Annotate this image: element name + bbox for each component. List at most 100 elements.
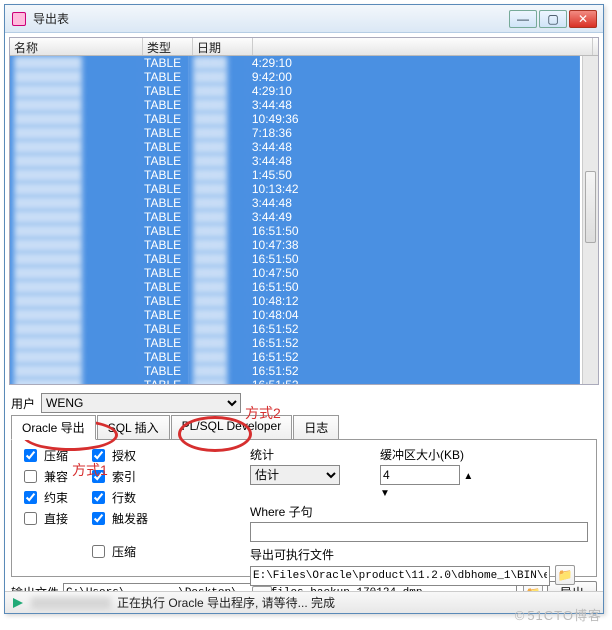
maximize-button[interactable]: ▢ [539,10,567,28]
row-date-cell: ████ [189,112,248,126]
row-type-cell: TABLE [140,154,189,168]
row-type-cell: TABLE [140,70,189,84]
col-date-header[interactable]: 日期 [193,38,253,55]
minimize-button[interactable]: — [509,10,537,28]
table-row[interactable]: ████████TABLE████10:47:38 [10,238,580,252]
row-date-cell: ████ [189,210,248,224]
row-time-cell: 16:51:52 [248,336,580,350]
table-row[interactable]: ████████TABLE████16:51:50 [10,280,580,294]
table-row[interactable]: ████████TABLE████10:47:50 [10,266,580,280]
table-row[interactable]: ████████TABLE████3:44:48 [10,140,580,154]
table-row[interactable]: ████████TABLE████4:29:10 [10,56,580,70]
row-date-cell: ████ [189,140,248,154]
table-row[interactable]: ████████TABLE████16:51:50 [10,252,580,266]
row-time-cell: 9:42:00 [248,70,580,84]
row-time-cell: 16:51:52 [248,378,580,384]
tab-oracle-export[interactable]: Oracle 导出 [11,415,96,440]
tab-plsql-developer[interactable]: PL/SQL Developer [171,415,293,440]
chk-compress[interactable]: 压缩 [20,446,68,465]
row-time-cell: 10:48:12 [248,294,580,308]
table-row[interactable]: ████████TABLE████3:44:49 [10,210,580,224]
row-name-cell: ████████ [10,322,140,336]
row-name-cell: ████████ [10,350,140,364]
table-row[interactable]: ████████TABLE████3:44:48 [10,98,580,112]
row-name-cell: ████████ [10,84,140,98]
chk-compat[interactable]: 兼容 [20,467,68,486]
row-date-cell: ████ [189,364,248,378]
exe-input[interactable] [250,566,550,586]
table-row[interactable]: ████████TABLE████1:45:50 [10,168,580,182]
user-select[interactable]: WENG [41,393,241,413]
tab-log[interactable]: 日志 [293,415,339,440]
stat-label: 统计 [250,446,274,463]
table-row[interactable]: ████████TABLE████16:51:52 [10,336,580,350]
title-bar: 导出表 — ▢ ✕ [5,5,603,33]
row-type-cell: TABLE [140,322,189,336]
buf-input[interactable] [380,465,460,485]
row-time-cell: 16:51:52 [248,322,580,336]
table-row[interactable]: ████████TABLE████3:44:48 [10,196,580,210]
row-type-cell: TABLE [140,112,189,126]
row-time-cell: 10:49:36 [248,112,580,126]
row-time-cell: 3:44:49 [248,210,580,224]
table-row[interactable]: ████████TABLE████10:48:12 [10,294,580,308]
col-name-header[interactable]: 名称 [10,38,143,55]
row-type-cell: TABLE [140,168,189,182]
col-type-header[interactable]: 类型 [143,38,193,55]
row-name-cell: ████████ [10,140,140,154]
status-arrow-icon [11,596,25,610]
browse-exe-button[interactable]: 📁 [555,565,575,585]
chk-grant[interactable]: 授权 [88,446,148,465]
table-row[interactable]: ████████TABLE████9:42:00 [10,70,580,84]
row-time-cell: 10:47:38 [248,238,580,252]
chk-direct[interactable]: 直接 [20,509,68,528]
table-row[interactable]: ████████TABLE████16:51:50 [10,224,580,238]
row-time-cell: 1:45:50 [248,168,580,182]
row-type-cell: TABLE [140,210,189,224]
table-row[interactable]: ████████TABLE████16:51:52 [10,322,580,336]
row-name-cell: ████████ [10,224,140,238]
row-name-cell: ████████ [10,308,140,322]
row-time-cell: 16:51:52 [248,364,580,378]
vertical-scrollbar[interactable] [582,56,598,384]
row-date-cell: ████ [189,322,248,336]
row-type-cell: TABLE [140,364,189,378]
table-row[interactable]: ████████TABLE████10:48:04 [10,308,580,322]
row-name-cell: ████████ [10,182,140,196]
where-input[interactable] [250,522,588,542]
row-type-cell: TABLE [140,266,189,280]
col-time-header[interactable] [253,38,593,55]
chk-compress2[interactable]: 压缩 [88,542,148,561]
table-row[interactable]: ████████TABLE████16:51:52 [10,364,580,378]
row-time-cell: 16:51:50 [248,252,580,266]
chk-trigger[interactable]: 触发器 [88,509,148,528]
tab-sql-insert[interactable]: SQL 插入 [97,415,170,440]
row-name-cell: ████████ [10,252,140,266]
table-row[interactable]: ████████TABLE████10:49:36 [10,112,580,126]
table-row[interactable]: ████████TABLE████10:13:42 [10,182,580,196]
stat-select[interactable]: 估计 [250,465,340,485]
row-name-cell: ████████ [10,154,140,168]
row-date-cell: ████ [189,70,248,84]
close-button[interactable]: ✕ [569,10,597,28]
table-header: 名称 类型 日期 [10,38,598,56]
objects-table[interactable]: 名称 类型 日期 ████████TABLE████4:29:10███████… [9,37,599,385]
chk-index[interactable]: 索引 [88,467,148,486]
row-type-cell: TABLE [140,56,189,70]
row-name-cell: ████████ [10,56,140,70]
tab-body: 压缩 兼容 约束 直接 授权 索引 行数 触发器 压缩 统计 [11,439,597,577]
where-label: Where 子句 [250,503,313,520]
row-type-cell: TABLE [140,280,189,294]
chk-constraint[interactable]: 约束 [20,488,68,507]
status-bar: 正在执行 Oracle 导出程序, 请等待... 完成 [5,591,603,613]
row-name-cell: ████████ [10,364,140,378]
row-type-cell: TABLE [140,252,189,266]
row-date-cell: ████ [189,56,248,70]
table-row[interactable]: ████████TABLE████16:51:52 [10,350,580,364]
row-date-cell: ████ [189,84,248,98]
table-row[interactable]: ████████TABLE████16:51:52 [10,378,580,384]
table-row[interactable]: ████████TABLE████4:29:10 [10,84,580,98]
table-row[interactable]: ████████TABLE████7:18:36 [10,126,580,140]
chk-rows[interactable]: 行数 [88,488,148,507]
table-row[interactable]: ████████TABLE████3:44:48 [10,154,580,168]
